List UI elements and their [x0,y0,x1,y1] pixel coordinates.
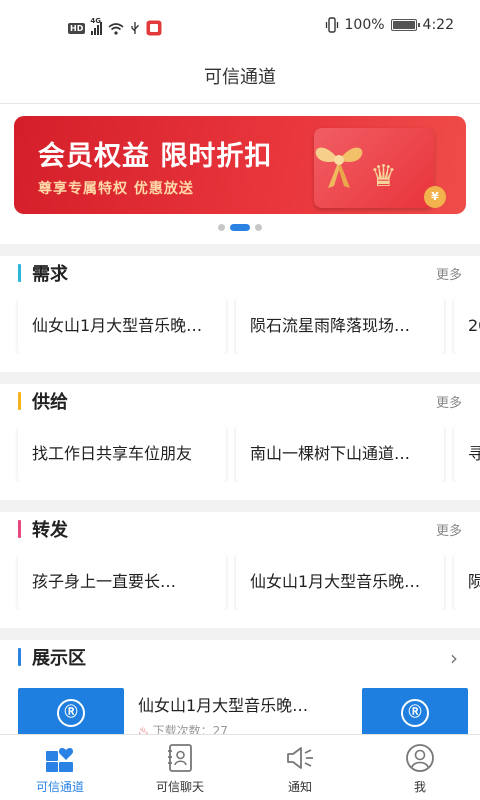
gift-bow-icon [315,147,363,188]
section-marker [18,648,21,666]
forward-card-row: 孩子身上一直要长… 仙女山1月大型音乐晚… 陨 [0,554,480,610]
section-title: 转发 [32,520,68,541]
list-item[interactable]: 仙女山1月大型音乐晚… [236,554,444,610]
showcase-item-title: 仙女山1月大型音乐晚… [138,696,309,715]
section-forward: 转发 更多 孩子身上一直要长… 仙女山1月大型音乐晚… 陨 [0,512,480,628]
nav-tab-trusted-chat[interactable]: 可信聊天 [120,735,240,800]
usb-icon [131,22,139,34]
section-title: 需求 [32,264,68,285]
list-item[interactable]: 找工作日共享车位朋友 [18,426,226,482]
demand-card-row: 仙女山1月大型音乐晚… 陨石流星雨降落现场… 20 [0,298,480,354]
grid-heart-icon [46,748,74,772]
showcase-thumbnail: Ⓡ [18,688,124,734]
more-link[interactable]: 更多 [436,520,462,539]
nav-label: 通知 [287,780,312,794]
carousel-dot[interactable] [218,224,225,231]
carousel-dot-active[interactable] [230,224,250,231]
crown-icon: ♛ [370,159,397,194]
banner-area: 会员权益 限时折扣 尊享专属特权 优惠放送 ♛ ¥ [0,104,480,244]
yuan-coin-icon: ¥ [424,186,446,208]
hd-badge: HD [68,22,86,34]
megaphone-icon [287,747,313,769]
supply-card-row: 找工作日共享车位朋友 南山一棵树下山通道… 寻 [0,426,480,482]
app-logo-icon: Ⓡ [401,699,429,727]
nav-label: 我 [413,780,426,794]
nav-tab-trusted-channel[interactable]: 可信通道 [0,735,120,800]
more-link[interactable]: 更多 [436,264,462,283]
more-link[interactable]: 更多 [436,392,462,411]
nav-label: 可信聊天 [155,780,204,794]
app-notification-icon [146,20,162,36]
section-marker [18,392,21,410]
carousel-dot[interactable] [255,224,262,231]
section-title: 供给 [32,392,68,413]
contact-book-icon [168,744,192,772]
showcase-item[interactable]: Ⓡ 仙女山1月大型音乐晚… ♨ 下载次数：27 [0,688,350,734]
list-item[interactable]: 南山一棵树下山通道… [236,426,444,482]
status-bar: HD 4G 100% 4:22 [0,0,480,56]
section-marker [18,264,21,282]
wifi-icon [108,22,124,35]
nav-tab-me[interactable]: 我 [360,735,480,800]
banner-title: 会员权益 限时折扣 [38,141,273,172]
list-item[interactable]: 寻 [454,426,480,482]
promo-banner[interactable]: 会员权益 限时折扣 尊享专属特权 优惠放送 ♛ ¥ [14,116,466,214]
battery-icon [390,19,420,31]
list-item[interactable]: 孩子身上一直要长… [18,554,226,610]
nav-label: 可信通道 [35,780,84,794]
section-supply: 供给 更多 找工作日共享车位朋友 南山一棵树下山通道… 寻 [0,384,480,500]
vibrate-icon [325,17,338,33]
download-count: 下载次数：27 [152,724,228,734]
banner-subtitle: 尊享专属特权 优惠放送 [38,181,194,197]
bottom-navigation: 可信通道 可信聊天 通知 我 [0,734,480,800]
list-item[interactable]: 20 [454,298,480,354]
list-item[interactable]: 仙女山1月大型音乐晚… [18,298,226,354]
app-logo-icon: Ⓡ [57,699,85,727]
showcase-item-meta: ♨ 下载次数：27 [138,722,228,734]
showcase-thumbnail[interactable]: Ⓡ [362,688,468,734]
carousel-indicator [0,224,480,231]
section-showcase: 展示区 › Ⓡ 仙女山1月大型音乐晚… ♨ 下载次数：27 Ⓡ [0,640,480,734]
nav-tab-notifications[interactable]: 通知 [240,735,360,800]
list-item[interactable]: 陨石流星雨降落现场… [236,298,444,354]
list-item[interactable]: 陨 [454,554,480,610]
user-avatar-icon [406,744,434,772]
cellular-signal-icon: 4G [90,17,103,35]
battery-percent: 100% [344,17,385,33]
chevron-right-icon[interactable]: › [450,646,458,670]
clock: 4:22 [422,17,454,33]
section-title: 展示区 [32,648,86,669]
flame-icon: ♨ [138,724,149,734]
section-demand: 需求 更多 仙女山1月大型音乐晚… 陨石流星雨降落现场… 20 [0,256,480,372]
section-marker [18,520,21,538]
page-title: 可信通道 [0,56,480,104]
